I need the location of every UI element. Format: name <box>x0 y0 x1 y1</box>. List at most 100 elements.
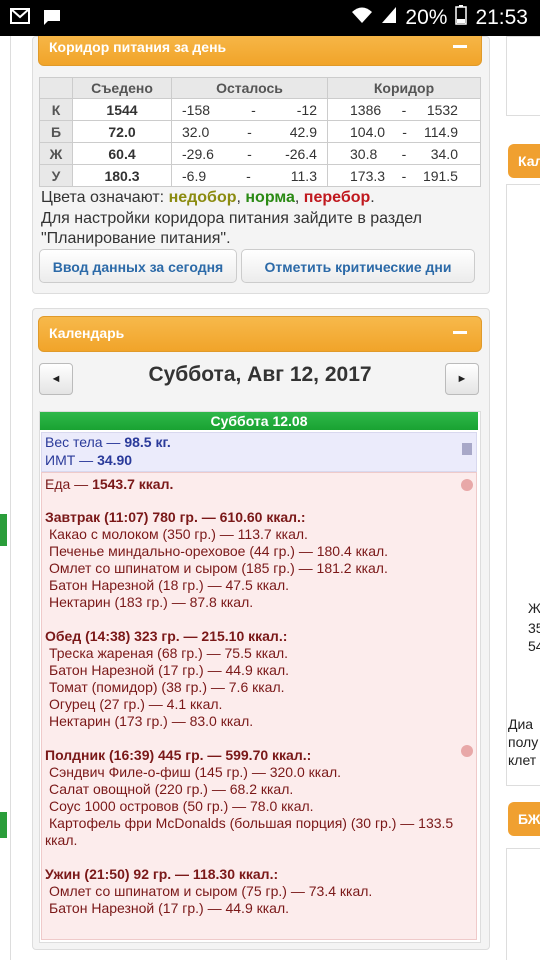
color-legend: Цвета означают: недобор, норма, перебор. <box>41 189 375 207</box>
right-tab-bju[interactable]: БЖ <box>508 802 540 836</box>
corridor-note: Для настройки коридора питания зайдите в… <box>41 210 422 247</box>
cell-eaten: 60.4 <box>72 142 172 165</box>
cell-remaining: 32.0 - 42.9 <box>171 120 328 143</box>
current-date-title: Суббота, Авг 12, 2017 <box>148 363 372 386</box>
cell-corridor: 173.3-191.5 <box>327 164 481 187</box>
edit-hand-icon[interactable] <box>461 745 473 757</box>
prev-day-button[interactable]: ◄ <box>39 363 73 395</box>
table-row: У 180.3 -6.9-11.3 173.3-191.5 <box>39 164 481 187</box>
signal-icon <box>381 6 397 30</box>
range-dash: - <box>251 101 256 118</box>
food-block[interactable]: Еда — 1543.7 ккал. Завтрак (11:07) 780 г… <box>41 472 477 940</box>
mark-critical-days-button[interactable]: Отметить критические дни <box>241 249 475 283</box>
corridor-min: 173.3 <box>350 167 386 184</box>
meal-title-dinner: Ужин (21:50) 92 гр. — 118.30 ккал.: <box>45 866 279 882</box>
remaining-min: -29.6 <box>182 145 214 162</box>
bmi-label: ИМТ — <box>45 452 98 468</box>
legend-end: . <box>370 189 375 206</box>
weight-block[interactable]: Вес тела — 98.5 кг. ИМТ — 34.90 <box>41 432 477 472</box>
arrow-left-icon: ◄ <box>50 373 62 385</box>
meal-title-snack: Полдник (16:39) 445 гр. — 599.70 ккал.: <box>45 747 312 763</box>
meal-item: Печенье миндально-ореховое (44 гр.) — 18… <box>49 543 389 559</box>
right-panel <box>506 848 540 960</box>
right-snippet: клет <box>508 752 537 768</box>
wifi-icon <box>351 6 373 30</box>
meal-item: Треска жареная (68 гр.) — 75.5 ккал. <box>49 645 289 661</box>
cell-corridor: 104.0-114.9 <box>327 120 481 143</box>
row-label: К <box>39 98 73 121</box>
day-header: Суббота 12.08 <box>40 412 478 430</box>
cell-corridor: 1386 - 1532 <box>327 98 481 121</box>
meal-item: Соус 1000 островов (50 гр.) — 78.0 ккал. <box>49 798 314 814</box>
cell-eaten: 180.3 <box>72 164 172 187</box>
meal-item: ккал. <box>45 832 78 848</box>
collapse-icon[interactable] <box>453 331 467 334</box>
cell-corridor: 30.8 - 34.0 <box>327 142 481 165</box>
column-header-eaten: Съедено <box>72 77 172 99</box>
corridor-min: 104.0 <box>350 123 386 140</box>
nutrition-corridor-header[interactable]: Коридор питания за день <box>38 36 482 66</box>
cell-remaining: -29.6 - -26.4 <box>171 142 328 165</box>
food-value: 1543.7 ккал. <box>92 476 174 492</box>
corridor-max: 191.5 <box>422 167 458 184</box>
meal-item: Батон Нарезной (17 гр.) — 44.9 ккал. <box>49 662 290 678</box>
right-panel <box>506 184 540 786</box>
calendar-header[interactable]: Календарь <box>38 316 482 352</box>
range-dash: - <box>247 145 252 162</box>
remaining-min: -158 <box>182 101 211 118</box>
meal-title-lunch: Обед (14:38) 323 гр. — 215.10 ккал.: <box>45 628 288 644</box>
range-dash: - <box>401 101 407 118</box>
right-snippet: Диа <box>508 716 534 732</box>
legend-over: перебор <box>303 189 371 206</box>
remaining-max: -12 <box>296 101 317 118</box>
bmi-line: ИМТ — 34.90 <box>45 452 132 468</box>
table-row: Б 72.0 32.0-42.9 104.0-114.9 <box>39 120 481 143</box>
battery-icon <box>455 5 468 31</box>
weight-label: Вес тела — <box>45 434 125 450</box>
bmi-value: 34.90 <box>97 452 133 468</box>
arrow-right-icon: ► <box>456 373 468 385</box>
legend-separator: , <box>294 189 304 206</box>
meal-item: Огурец (27 гр.) — 4.1 ккал. <box>49 696 223 712</box>
status-bar: 20% 21:53 <box>0 0 540 36</box>
food-total-line: Еда — 1543.7 ккал. <box>45 476 173 492</box>
meal-item: Омлет со шпинатом и сыром (185 гр.) — 18… <box>49 560 388 576</box>
corridor-max: 1532 <box>426 101 458 118</box>
right-snippet: 54 <box>528 638 540 654</box>
cell-eaten: 1544 <box>72 98 172 121</box>
collapse-icon[interactable] <box>453 45 467 48</box>
meal-title-breakfast: Завтрак (11:07) 780 гр. — 610.60 ккал.: <box>45 509 306 525</box>
calendar-title: Календарь <box>49 325 125 341</box>
legend-under: недобор <box>168 189 237 206</box>
mail-icon <box>10 8 30 31</box>
trash-icon[interactable] <box>462 443 472 455</box>
edit-hand-icon[interactable] <box>461 479 473 491</box>
table-corner <box>39 77 73 99</box>
meal-item: Томат (помидор) (38 гр.) — 7.6 ккал. <box>49 679 285 695</box>
meal-item: Картофель фри McDonalds (большая порция)… <box>49 815 454 831</box>
meal-item: Батон Нарезной (17 гр.) — 44.9 ккал. <box>49 900 290 916</box>
cell-eaten: 72.0 <box>72 120 172 143</box>
chat-icon <box>42 8 62 31</box>
remaining-max: 42.9 <box>289 123 317 140</box>
range-dash: - <box>401 167 407 184</box>
food-label: Еда — <box>45 476 93 492</box>
right-tab-calories[interactable]: Кал <box>508 144 540 178</box>
range-dash: - <box>246 167 251 184</box>
row-label: Б <box>39 120 73 143</box>
corridor-min: 30.8 <box>350 145 378 162</box>
legend-norm: норма <box>245 189 295 206</box>
row-label: Ж <box>39 142 73 165</box>
nutrition-corridor-title: Коридор питания за день <box>49 39 227 55</box>
right-snippet: полу <box>508 734 539 750</box>
table-row: Ж 60.4 -29.6 - -26.4 30.8 - 34.0 <box>39 142 481 165</box>
next-day-button[interactable]: ► <box>445 363 479 395</box>
weight-value: 98.5 кг. <box>124 434 171 450</box>
remaining-min: 32.0 <box>182 123 210 140</box>
right-snippet: 35 <box>528 620 540 636</box>
enter-today-data-button[interactable]: Ввод данных за сегодня <box>39 249 237 283</box>
column-header-corridor: Коридор <box>327 77 481 99</box>
right-panel <box>506 36 540 116</box>
remaining-max: -26.4 <box>285 145 317 162</box>
meal-item: Нектарин (183 гр.) — 87.8 ккал. <box>49 594 254 610</box>
